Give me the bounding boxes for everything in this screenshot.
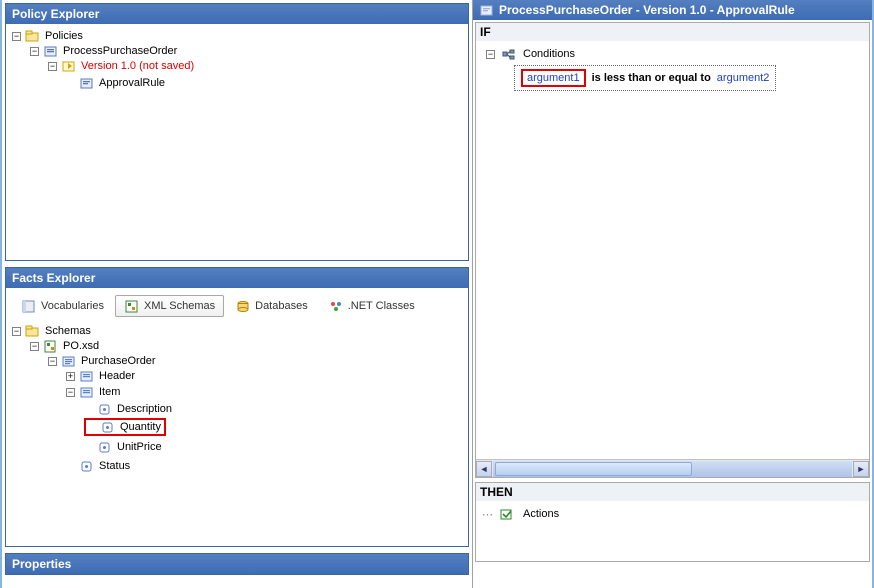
policies-root-node[interactable]: − Policies — [12, 29, 85, 43]
book-icon — [21, 299, 37, 313]
quantity-highlight: Quantity — [84, 418, 166, 436]
facts-tree: − Schemas − PO.xsd — [10, 323, 464, 477]
leaf-element-icon — [97, 402, 113, 416]
status-label: Status — [97, 460, 132, 472]
tab-vocabularies[interactable]: Vocabularies — [12, 295, 113, 317]
then-label: THEN — [476, 483, 869, 501]
operator-label[interactable]: is less than or equal to — [592, 72, 711, 84]
unitprice-label: UnitPrice — [115, 441, 164, 453]
facts-tabs: Vocabularies XML Schemas Databases .NET … — [10, 292, 464, 323]
expand-toggle-icon[interactable]: + — [66, 372, 75, 381]
tab-xml-schemas[interactable]: XML Schemas — [115, 295, 224, 317]
xsd-file-label: PO.xsd — [61, 340, 101, 352]
policy-tree: − Policies − — [10, 28, 464, 94]
conditions-icon — [501, 47, 517, 61]
actions-label: Actions — [521, 508, 561, 520]
header-node[interactable]: + Header — [66, 369, 137, 383]
header-label: Header — [97, 370, 137, 382]
policy-explorer-title: Policy Explorer — [6, 4, 468, 24]
scroll-thumb[interactable] — [495, 462, 692, 476]
scroll-track[interactable] — [493, 461, 852, 477]
element-icon — [61, 354, 77, 368]
version-icon — [61, 59, 77, 73]
schema-icon — [124, 299, 140, 313]
item-node[interactable]: − Item — [66, 385, 122, 399]
element-icon — [79, 385, 95, 399]
properties-pane: Properties — [5, 553, 469, 575]
description-node[interactable]: Description — [84, 402, 174, 416]
rule-editor-title: ProcessPurchaseOrder - Version 1.0 - App… — [499, 3, 795, 17]
expand-toggle-icon[interactable]: − — [48, 62, 57, 71]
policy-node[interactable]: − ProcessPurchaseOrder — [30, 44, 179, 58]
rule-label: ApprovalRule — [97, 77, 167, 89]
tab-net-classes[interactable]: .NET Classes — [319, 295, 424, 317]
condition-expression[interactable]: argument1 is less than or equal to argum… — [514, 65, 776, 91]
argument1-slot[interactable]: argument1 — [527, 72, 580, 84]
expand-toggle-icon[interactable]: − — [66, 388, 75, 397]
scroll-left-arrow-icon[interactable]: ◄ — [476, 461, 492, 477]
facts-explorer-body: Vocabularies XML Schemas Databases .NET … — [6, 288, 468, 542]
policy-explorer-body: − Policies − — [6, 24, 468, 256]
xsd-file-icon — [43, 339, 59, 353]
properties-title: Properties — [6, 554, 468, 574]
version-label: Version 1.0 (not saved) — [79, 60, 196, 72]
then-section: THEN ⋯ Actions — [475, 482, 870, 562]
expand-toggle-icon[interactable]: − — [12, 327, 21, 336]
schemas-root-label: Schemas — [43, 325, 93, 337]
quantity-node[interactable]: Quantity — [87, 420, 163, 434]
folder-open-icon — [25, 29, 41, 43]
actions-root[interactable]: ⋯ Actions — [482, 507, 561, 521]
tab-vocabularies-label: Vocabularies — [41, 300, 104, 312]
folder-open-icon — [25, 324, 41, 338]
tab-databases[interactable]: Databases — [226, 295, 317, 317]
policies-root-label: Policies — [43, 30, 85, 42]
version-node[interactable]: − Version 1.0 (not saved) — [48, 59, 196, 73]
actions-icon — [499, 507, 515, 521]
rule-icon — [79, 76, 95, 90]
item-label: Item — [97, 386, 122, 398]
unitprice-node[interactable]: UnitPrice — [84, 440, 164, 454]
facts-explorer-title: Facts Explorer — [6, 268, 468, 288]
quantity-label: Quantity — [118, 421, 163, 433]
expand-toggle-icon[interactable]: − — [12, 32, 21, 41]
leaf-element-icon — [79, 459, 95, 473]
tab-databases-label: Databases — [255, 300, 308, 312]
net-classes-icon — [328, 299, 344, 313]
rule-icon — [479, 3, 495, 17]
expand-toggle-icon[interactable]: − — [486, 50, 495, 59]
if-label: IF — [476, 23, 869, 41]
leaf-element-icon — [100, 420, 116, 434]
description-label: Description — [115, 403, 174, 415]
if-section: IF − Conditions argument1 is less than o… — [475, 22, 870, 478]
schemas-root-node[interactable]: − Schemas — [12, 324, 93, 338]
policy-explorer-pane: Policy Explorer − Policies — [5, 3, 469, 261]
leaf-element-icon — [97, 440, 113, 454]
element-icon — [79, 369, 95, 383]
then-body[interactable]: ⋯ Actions — [476, 501, 869, 561]
policy-icon — [43, 44, 59, 58]
facts-explorer-pane: Facts Explorer Vocabularies XML Schemas … — [5, 267, 469, 547]
root-element-node[interactable]: − PurchaseOrder — [48, 354, 158, 368]
policy-label: ProcessPurchaseOrder — [61, 45, 179, 57]
conditions-label: Conditions — [521, 48, 577, 60]
connector-icon: ⋯ — [482, 508, 493, 521]
expand-toggle-icon[interactable]: − — [30, 342, 39, 351]
rule-node[interactable]: ApprovalRule — [66, 76, 167, 90]
status-node[interactable]: Status — [66, 459, 132, 473]
xsd-file-node[interactable]: − PO.xsd — [30, 339, 101, 353]
tab-net-classes-label: .NET Classes — [348, 300, 415, 312]
horizontal-scrollbar[interactable]: ◄ ► — [476, 459, 869, 477]
condition-body[interactable]: − Conditions argument1 is less than or e… — [476, 41, 869, 459]
expand-toggle-icon[interactable]: − — [30, 47, 39, 56]
scroll-right-arrow-icon[interactable]: ► — [853, 461, 869, 477]
rule-editor-header: ProcessPurchaseOrder - Version 1.0 - App… — [473, 0, 872, 20]
tab-xml-schemas-label: XML Schemas — [144, 300, 215, 312]
expand-toggle-icon[interactable]: − — [48, 357, 57, 366]
database-icon — [235, 299, 251, 313]
conditions-root[interactable]: − Conditions — [486, 47, 577, 61]
argument1-highlight: argument1 — [521, 69, 586, 87]
root-element-label: PurchaseOrder — [79, 355, 158, 367]
argument2-slot[interactable]: argument2 — [717, 72, 770, 84]
rule-editor: ProcessPurchaseOrder - Version 1.0 - App… — [472, 0, 872, 588]
